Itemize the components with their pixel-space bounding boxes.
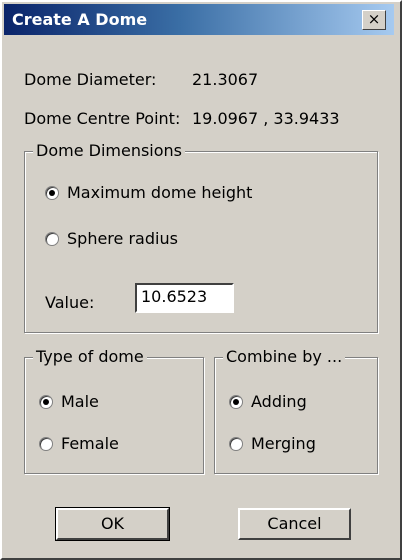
type-of-dome-group: Type of dome Male Female — [24, 347, 204, 474]
value-input[interactable]: 10.6523 — [135, 283, 234, 313]
radio-sphere-radius[interactable]: Sphere radius — [45, 228, 178, 248]
cancel-button[interactable]: Cancel — [238, 508, 351, 540]
title-bar[interactable]: Create A Dome × — [4, 4, 394, 35]
dialog-title: Create A Dome — [12, 10, 148, 29]
radio-checked-icon[interactable] — [229, 394, 243, 409]
close-button[interactable]: × — [362, 10, 386, 30]
dome-dimensions-legend: Dome Dimensions — [33, 141, 186, 160]
radio-label: Male — [61, 392, 99, 411]
radio-label: Adding — [251, 392, 307, 411]
radio-maximum-dome-height[interactable]: Maximum dome height — [45, 182, 252, 202]
radio-label: Female — [61, 434, 119, 453]
radio-label: Merging — [251, 434, 316, 453]
radio-female[interactable]: Female — [39, 433, 119, 453]
radio-unchecked-icon[interactable] — [229, 436, 243, 451]
combine-by-group: Combine by ... Adding Merging — [214, 347, 378, 474]
create-dome-dialog: Create A Dome × Dome Diameter: 21.3067 D… — [0, 0, 402, 560]
radio-merging[interactable]: Merging — [229, 433, 316, 453]
radio-male[interactable]: Male — [39, 391, 99, 411]
diameter-label: Dome Diameter: — [24, 70, 157, 89]
type-of-dome-legend: Type of dome — [33, 347, 147, 366]
radio-label: Sphere radius — [67, 229, 178, 248]
radio-checked-icon[interactable] — [45, 185, 59, 200]
radio-adding[interactable]: Adding — [229, 391, 307, 411]
diameter-value: 21.3067 — [192, 70, 259, 89]
combine-by-legend: Combine by ... — [223, 347, 346, 366]
ok-button[interactable]: OK — [55, 507, 170, 541]
close-icon: × — [367, 10, 381, 28]
radio-unchecked-icon[interactable] — [39, 436, 53, 451]
radio-checked-icon[interactable] — [39, 394, 53, 409]
value-label: Value: — [45, 293, 95, 312]
radio-label: Maximum dome height — [67, 183, 253, 202]
radio-unchecked-icon[interactable] — [45, 231, 59, 246]
dome-dimensions-group: Dome Dimensions Maximum dome height Sphe… — [24, 141, 378, 333]
centre-point-label: Dome Centre Point: — [24, 109, 181, 128]
centre-point-value: 19.0967 , 33.9433 — [192, 109, 340, 128]
